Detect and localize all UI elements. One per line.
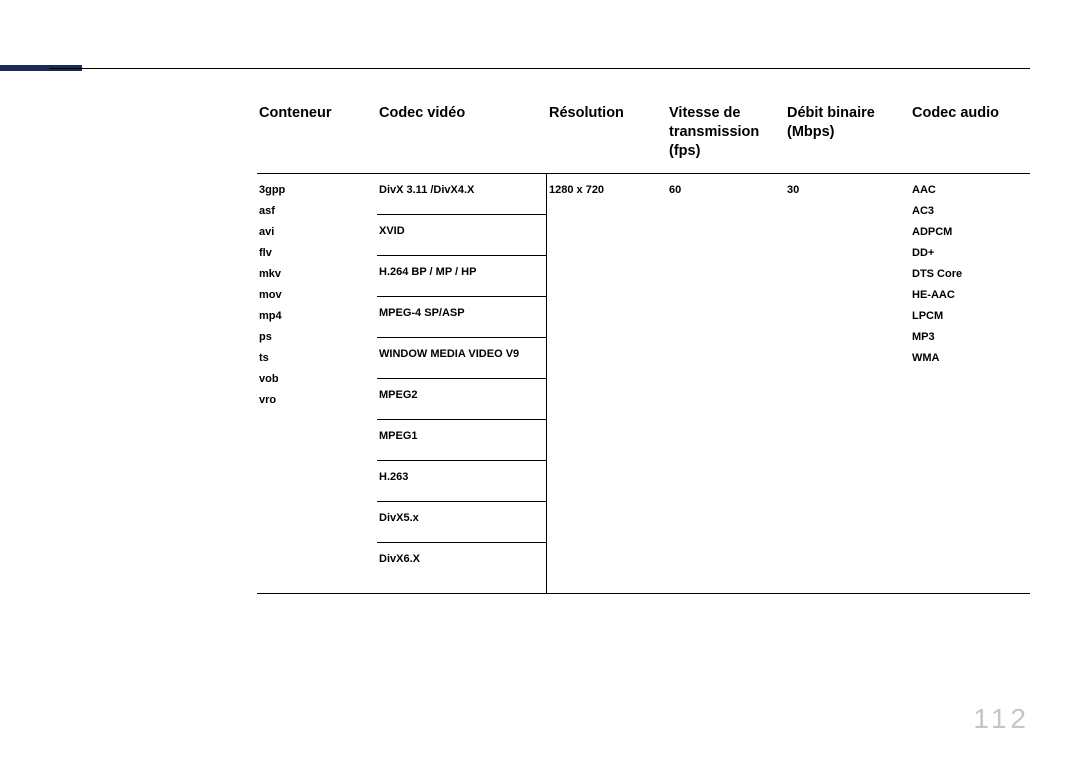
container-item: 3gpp — [259, 180, 375, 201]
codec-spec-table: Conteneur Codec vidéo Résolution Vitesse… — [257, 100, 1030, 594]
page-number: 112 — [973, 703, 1030, 735]
content-area: Conteneur Codec vidéo Résolution Vitesse… — [257, 100, 1030, 594]
container-item: vob — [259, 369, 375, 390]
cell-video-codecs: DivX 3.11 /DivX4.X XVID H.264 BP / MP / … — [377, 173, 547, 593]
container-item: avi — [259, 222, 375, 243]
header-bitrate: Débit binaire (Mbps) — [785, 100, 910, 173]
container-item: mov — [259, 285, 375, 306]
video-codec-item: MPEG-4 SP/ASP — [377, 297, 546, 338]
video-codec-item: WINDOW MEDIA VIDEO V9 — [377, 338, 546, 379]
video-codec-item: H.264 BP / MP / HP — [377, 256, 546, 297]
header-container: Conteneur — [257, 100, 377, 173]
audio-codec-item: DTS Core — [912, 264, 1028, 285]
table-body-row: 3gpp asf avi flv mkv mov mp4 ps ts vob v… — [257, 173, 1030, 593]
cell-containers: 3gpp asf avi flv mkv mov mp4 ps ts vob v… — [257, 173, 377, 593]
audio-codec-item: ADPCM — [912, 222, 1028, 243]
video-codec-item: XVID — [377, 215, 546, 256]
audio-codec-item: MP3 — [912, 327, 1028, 348]
header-video-codec: Codec vidéo — [377, 100, 547, 173]
container-item: asf — [259, 201, 375, 222]
cell-bitrate: 30 — [785, 173, 910, 593]
header-resolution: Résolution — [547, 100, 667, 173]
cell-resolution: 1280 x 720 — [547, 173, 667, 593]
container-item: vro — [259, 390, 375, 411]
video-codec-item: DivX 3.11 /DivX4.X — [377, 174, 546, 215]
top-horizontal-rule — [50, 68, 1030, 69]
video-codec-item: MPEG1 — [377, 420, 546, 461]
header-audio-codec: Codec audio — [910, 100, 1030, 173]
container-item: mkv — [259, 264, 375, 285]
video-codec-item: MPEG2 — [377, 379, 546, 420]
cell-fps: 60 — [667, 173, 785, 593]
container-item: mp4 — [259, 306, 375, 327]
audio-codec-item: AC3 — [912, 201, 1028, 222]
table-header-row: Conteneur Codec vidéo Résolution Vitesse… — [257, 100, 1030, 173]
video-codec-item: H.263 — [377, 461, 546, 502]
audio-codec-item: LPCM — [912, 306, 1028, 327]
video-codec-item: DivX5.x — [377, 502, 546, 543]
cell-audio-codecs: AAC AC3 ADPCM DD+ DTS Core HE-AAC LPCM M… — [910, 173, 1030, 593]
audio-codec-item: DD+ — [912, 243, 1028, 264]
header-fps: Vitesse de transmission (fps) — [667, 100, 785, 173]
container-item: flv — [259, 243, 375, 264]
audio-codec-item: WMA — [912, 348, 1028, 369]
audio-codec-item: AAC — [912, 180, 1028, 201]
container-item: ps — [259, 327, 375, 348]
audio-codec-item: HE-AAC — [912, 285, 1028, 306]
container-item: ts — [259, 348, 375, 369]
video-codec-item: DivX6.X — [377, 543, 546, 593]
